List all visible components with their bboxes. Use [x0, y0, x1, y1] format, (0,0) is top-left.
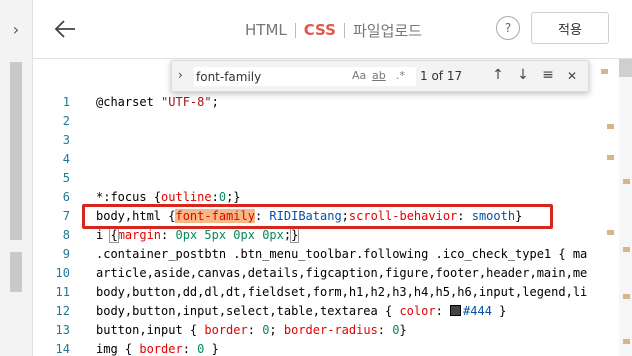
editor-toolbar: HTML CSS 파일업로드 ? 적용 — [33, 0, 632, 59]
code-token: ; — [269, 323, 284, 337]
code-token: body,button,input,select,table,textarea … — [96, 304, 400, 318]
tab-html[interactable]: HTML — [237, 21, 295, 39]
rail-scroll-thumb-lower[interactable] — [10, 252, 22, 292]
annotation-highlight-box — [82, 204, 553, 229]
close-icon[interactable]: ✕ — [564, 69, 580, 83]
code-token: : — [182, 342, 198, 356]
next-match-icon[interactable]: ↓ — [515, 67, 531, 83]
overview-ruler-marker — [623, 179, 630, 184]
code-token: outline — [161, 190, 212, 204]
previous-match-icon[interactable]: ↑ — [490, 67, 506, 83]
code-token: : — [247, 323, 263, 337]
rail-scroll-thumb[interactable] — [10, 62, 22, 240]
back-arrow-icon[interactable] — [51, 15, 79, 43]
code-token: i — [96, 228, 111, 242]
help-icon[interactable]: ? — [496, 16, 520, 40]
line-number: 2 — [62, 114, 70, 128]
line-number: 14 — [55, 342, 70, 356]
code-token: { — [109, 227, 119, 243]
code-token: : — [435, 304, 451, 318]
vertical-scrollbar[interactable] — [619, 59, 632, 356]
tab-file-upload[interactable]: 파일업로드 — [345, 20, 430, 41]
tab-css[interactable]: CSS — [296, 21, 344, 39]
overview-ruler-marker — [607, 155, 614, 160]
code-token: color — [399, 304, 436, 318]
expand-panel-icon[interactable]: › — [0, 4, 32, 54]
code-token: border — [204, 323, 248, 337]
apply-button[interactable]: 적용 — [531, 12, 609, 44]
editor-tabs: HTML CSS 파일업로드 — [237, 18, 430, 42]
code-line-1: @charset "UTF-8"; — [96, 93, 219, 112]
code-token: *:focus { — [96, 190, 162, 204]
code-line-10: article,aside,canvas,details,figcaption,… — [96, 266, 588, 280]
css-code-editor[interactable]: 1 2 3 4 5 6 7 8 9 10 11 12 13 14 @charse… — [33, 59, 632, 356]
line-number: 4 — [62, 152, 70, 166]
scrollbar-thumb[interactable] — [619, 59, 632, 77]
left-rail: › — [0, 0, 33, 356]
line-number: 8 — [62, 228, 70, 242]
line-number: 9 — [62, 247, 70, 261]
code-token: img { — [96, 342, 140, 356]
code-line-12: body,button,input,select,table,textarea … — [96, 302, 506, 321]
code-line-13: button,input { border: 0; border-radius:… — [96, 321, 407, 340]
line-number-gutter: 1 2 3 4 5 6 7 8 9 10 11 12 13 14 — [33, 59, 73, 356]
code-token: : — [161, 228, 176, 242]
overview-ruler-marker — [601, 69, 608, 74]
whole-word-icon[interactable]: ab — [372, 69, 386, 82]
code-token: @charset — [96, 95, 162, 109]
code-token: : — [211, 190, 219, 204]
line-number: 1 — [62, 95, 70, 109]
code-token: border — [139, 342, 183, 356]
overview-ruler-marker — [623, 339, 630, 344]
text-cursor — [298, 227, 300, 242]
code-token: button,input { — [96, 323, 205, 337]
line-number: 5 — [62, 171, 70, 185]
code-token: margin — [117, 228, 162, 242]
code-token: 0px 5px 0px 0px — [175, 228, 284, 242]
code-token: } — [491, 304, 507, 318]
overview-ruler-marker — [607, 230, 614, 235]
overview-ruler-marker — [607, 124, 614, 129]
match-case-icon[interactable]: Aa — [352, 69, 366, 82]
find-widget: › Aa ab .* 1 of 17 ↑ ↓ ≡ ✕ — [171, 60, 589, 92]
overview-ruler-marker — [623, 294, 630, 299]
code-token: : — [377, 323, 393, 337]
code-token: #444 — [463, 304, 492, 318]
line-number: 3 — [62, 133, 70, 147]
code-token: ; — [211, 95, 219, 109]
code-line-9: .container_postbtn .btn_menu_toolbar.fol… — [96, 247, 588, 261]
match-count: 1 of 17 — [420, 69, 463, 83]
code-token: } — [204, 342, 219, 356]
code-token: } — [290, 227, 300, 243]
code-line-14: img { border: 0 } — [96, 340, 219, 356]
line-number: 13 — [55, 323, 70, 337]
overview-ruler-marker — [623, 247, 630, 252]
code-token: } — [399, 323, 407, 337]
code-token: "UTF-8" — [161, 95, 212, 109]
regex-icon[interactable]: .* — [396, 69, 405, 82]
toggle-replace-icon[interactable]: › — [178, 68, 183, 82]
code-token: 0 — [218, 190, 227, 204]
find-in-selection-icon[interactable]: ≡ — [540, 67, 556, 83]
code-token: ;} — [226, 190, 241, 204]
line-number: 11 — [55, 285, 70, 299]
code-line-11: body,button,dd,dl,dt,fieldset,form,h1,h2… — [96, 285, 588, 299]
line-number: 7 — [62, 209, 70, 223]
line-number: 6 — [62, 190, 70, 204]
code-token: border-radius — [283, 323, 378, 337]
line-number: 12 — [55, 304, 70, 318]
color-swatch[interactable] — [450, 305, 462, 316]
line-number: 10 — [55, 266, 70, 280]
